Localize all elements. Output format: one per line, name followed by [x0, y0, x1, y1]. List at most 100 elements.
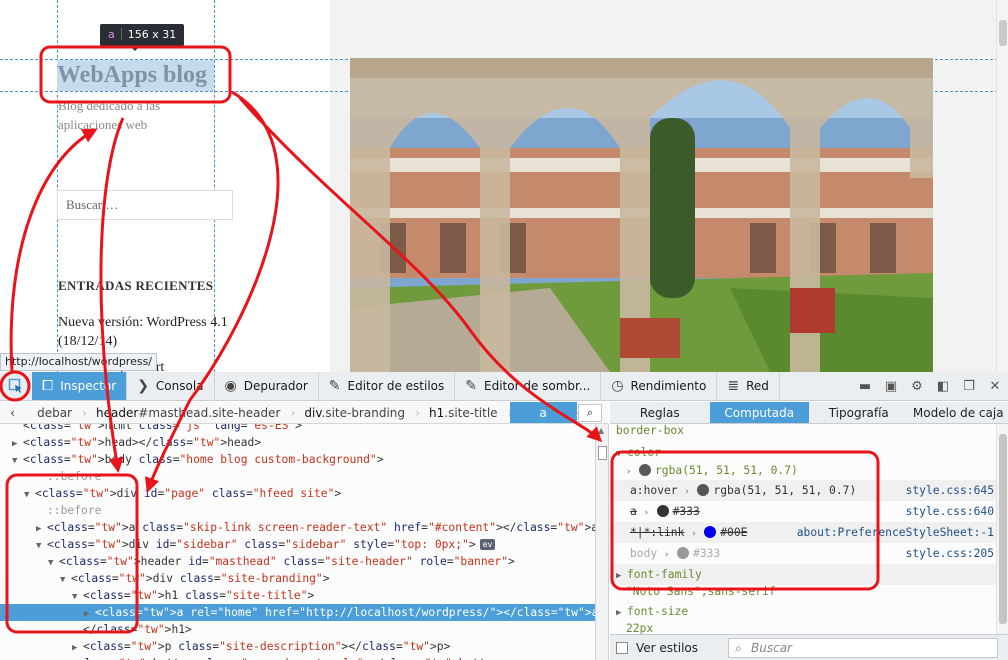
markup-node[interactable]: ▶ <class="tw">p class="site-description">…: [0, 638, 595, 655]
computed-prop-font-size[interactable]: font-size: [627, 605, 688, 618]
sidebar-toggle-icon[interactable]: [598, 446, 607, 460]
tab-performance[interactable]: ◷ Rendimiento: [601, 372, 718, 400]
matched-rule[interactable]: *|*:link › #00E about:PreferenceStyleSheet…: [610, 522, 996, 543]
markup-text: </class="tw">h1>: [83, 623, 192, 636]
event-badge[interactable]: ev: [479, 539, 496, 550]
rule-source-link[interactable]: style.css:645: [906, 480, 994, 501]
header-image: [350, 58, 933, 372]
color-swatch[interactable]: [704, 526, 717, 538]
rule-value: #333: [672, 505, 700, 518]
tab-label: Editor de sombr...: [484, 379, 591, 393]
markup-node[interactable]: ▼ <class="tw">header id="masthead" class=…: [0, 553, 595, 570]
markup-node[interactable]: ::before: [0, 502, 595, 519]
tab-shader-editor[interactable]: ✎ Editor de sombr...: [455, 372, 602, 400]
recent-posts-heading: ENTRADAS RECIENTES: [58, 278, 214, 293]
tab-box-model[interactable]: Modelo de caja: [909, 402, 1008, 423]
shader-editor-icon: ✎: [465, 378, 477, 394]
site-title-link[interactable]: WebApps blog: [57, 60, 214, 91]
markup-node[interactable]: ▼ <class="tw">h1 class="site-title">: [0, 587, 595, 604]
style-editor-icon: ✎: [328, 378, 341, 394]
markup-text: <class="tw">div id="page" class="hfeed s…: [35, 487, 342, 500]
performance-icon: ◷: [611, 378, 624, 394]
show-styles-label: Ver estilos: [636, 640, 699, 655]
markup-node[interactable]: ▼ <class="tw">body class="home blog custo…: [0, 451, 595, 468]
undock-icon[interactable]: ❐: [956, 379, 982, 394]
markup-node[interactable]: ▶ <class="tw">head></class="tw">head>: [0, 434, 595, 451]
rule-selector: *|*:link: [630, 526, 685, 539]
search-input[interactable]: Buscar …: [57, 190, 233, 220]
markup-text: <class="tw">a rel="home" href="http://lo…: [95, 606, 595, 619]
dock-side-icon[interactable]: ◧: [930, 379, 956, 394]
split-console-icon[interactable]: ▬: [852, 379, 878, 394]
breadcrumb-rest: .site-branding: [321, 405, 406, 420]
computed-scrollbar[interactable]: [996, 424, 1008, 634]
matched-rule[interactable]: a:hover › rgba(51, 51, 51, 0.7) style.css:…: [610, 480, 996, 501]
tab-rules[interactable]: Reglas: [610, 402, 710, 423]
color-swatch[interactable]: [697, 484, 710, 496]
matched-rule[interactable]: body › #333 style.css:205: [610, 543, 996, 564]
filter-placeholder: Buscar: [751, 641, 792, 655]
tooltip-tag: a: [108, 28, 115, 41]
breadcrumb-tag: header: [95, 405, 139, 420]
color-swatch[interactable]: [677, 547, 690, 559]
markup-view[interactable]: <class="tw">html class="js" lang="es-ES"…: [0, 424, 595, 660]
markup-node[interactable]: ::before: [0, 468, 595, 485]
markup-node[interactable]: ▼ <class="tw">div id="page" class="hfeed …: [0, 485, 595, 502]
rule-source-link[interactable]: style.css:205: [906, 543, 994, 564]
markup-node[interactable]: <class="tw">button class="secondary-togg…: [0, 655, 595, 660]
computed-filter-bar: Ver estilos ⌕ Buscar: [610, 634, 1008, 660]
rule-value: rgba(51, 51, 51, 0.7): [713, 484, 857, 497]
tab-console[interactable]: ❯ Consola: [127, 372, 215, 400]
chevron-up-icon[interactable]: ▲: [598, 426, 604, 435]
matched-rule[interactable]: a › #333 style.css:640: [610, 501, 996, 522]
color-swatch[interactable]: [639, 464, 651, 476]
tab-label: Editor de estilos: [347, 379, 445, 393]
computed-prop-color: color: [627, 446, 662, 459]
scratchpad-icon[interactable]: ▣: [878, 379, 904, 394]
panel-splitter[interactable]: ▲: [595, 424, 609, 660]
page-scrollbar[interactable]: [996, 0, 1008, 372]
markup-node[interactable]: ▼ <class="tw">div class="site-branding">: [0, 570, 595, 587]
tab-debugger[interactable]: ◉ Depurador: [215, 372, 319, 400]
tab-inspector[interactable]: ⧠ Inspector: [32, 372, 128, 400]
element-picker-button[interactable]: [0, 372, 32, 400]
computed-prop-font-family[interactable]: font-family: [627, 568, 702, 581]
markup-node[interactable]: ▼ <class="tw">div id="sidebar" class="sid…: [0, 536, 595, 553]
breadcrumb-rest: #masthead.site-header: [138, 405, 281, 420]
breadcrumb-item[interactable]: debar: [25, 406, 87, 420]
markup-node[interactable]: ▶ <class="tw">a class="skip-link screen-r…: [0, 519, 595, 536]
recent-post-link[interactable]: Nueva versión: WordPress 4.1 (18/12/14): [58, 313, 248, 351]
tab-computed[interactable]: Computada: [709, 402, 809, 423]
breadcrumb: ‹ debar header#masthead.site-header div.…: [0, 402, 608, 424]
breadcrumb-item[interactable]: header#masthead.site-header: [84, 405, 296, 420]
show-styles-checkbox[interactable]: [616, 641, 628, 654]
markup-text: <class="tw">body class="home blog custom…: [23, 453, 384, 466]
devtools-toolbar: ⧠ Inspector ❯ Consola ◉ Depurador ✎ Editor d…: [0, 372, 1008, 401]
markup-text: <class="tw">a class="skip-link screen-re…: [47, 521, 595, 534]
gear-icon[interactable]: ⚙: [904, 379, 930, 394]
rule-source-link[interactable]: about:PreferenceStyleSheet:-1: [797, 522, 994, 543]
computed-value: "Noto Sans",sans-serif: [626, 585, 776, 598]
breadcrumb-item-selected[interactable]: a: [509, 402, 580, 423]
markup-node[interactable]: <class="tw">html class="js" lang="es-ES"…: [0, 424, 595, 434]
rule-value: #333: [693, 547, 721, 560]
breadcrumb-item[interactable]: h1.site-title: [417, 406, 512, 420]
color-swatch[interactable]: [656, 505, 669, 517]
debugger-icon: ◉: [224, 378, 237, 394]
markup-node[interactable]: </class="tw">h1>: [0, 621, 595, 638]
tab-style-editor[interactable]: ✎ Editor de estilos: [319, 372, 456, 400]
console-icon: ❯: [137, 378, 149, 394]
tab-network[interactable]: ≣ Red: [717, 372, 780, 400]
rule-source-link[interactable]: style.css:640: [906, 501, 994, 522]
close-icon[interactable]: ✕: [982, 379, 1008, 394]
filter-search-input[interactable]: ⌕ Buscar: [728, 638, 998, 658]
markup-text: <class="tw">header id="masthead" class="…: [59, 555, 515, 568]
search-icon[interactable]: ⌕: [578, 404, 602, 422]
markup-node[interactable]: ▶ <class="tw">a rel="home" href="http://l…: [0, 604, 595, 621]
chevron-left-icon[interactable]: ‹: [0, 406, 25, 420]
tab-fonts[interactable]: Tipografía: [809, 402, 909, 423]
tab-label: Rendimiento: [630, 379, 707, 393]
markup-text: <class="tw">p class="site-description"><…: [83, 640, 451, 653]
webpage-viewport: a 156 x 31 WebApps blog Blog dedicado a l…: [0, 0, 1008, 372]
breadcrumb-item[interactable]: div.site-branding: [292, 405, 419, 420]
